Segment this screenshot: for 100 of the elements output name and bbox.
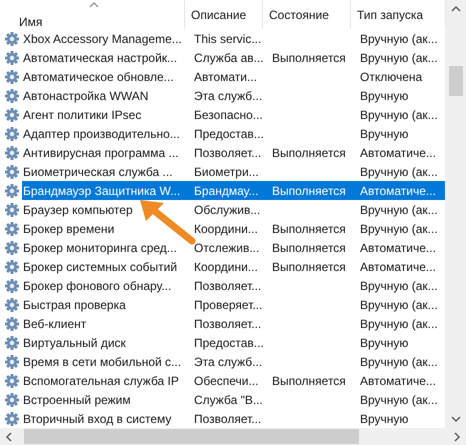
table-row[interactable]: Автонастройка WWAN Эта служб... Вручную [22, 86, 449, 105]
horizontal-scrollbar[interactable] [0, 428, 466, 445]
vertical-scrollbar[interactable] [445, 0, 466, 428]
table-cell-text: Отслежив... [193, 240, 260, 254]
table-cell-text: Проверяет... [193, 298, 264, 312]
gear-icon [4, 220, 20, 236]
table-row[interactable]: Xbox Accessory Manageme... This servic... Вручную (ак... [22, 29, 449, 48]
table-cell-text: Брокер времени [22, 222, 116, 236]
scroll-right-icon[interactable] [452, 432, 462, 442]
table-row[interactable]: Автоматическая настройк... Служба ав... Выполняется Вручную (ак... [22, 48, 449, 67]
table-cell-text: Позволяет... [193, 278, 262, 292]
table-cell-text: Выполняется [271, 146, 347, 160]
table-cell-text: Выполняется [271, 50, 347, 64]
table-cell-text: Автоматиче... [359, 374, 437, 388]
gear-icon [4, 334, 20, 350]
table-cell-text: Вспомогательная служба IP [22, 374, 180, 388]
table-row[interactable]: Виртуальный диск Предостав... Вручную [22, 333, 449, 352]
table-row[interactable]: Биометрическая служба ... Биометри... Вручную (ак... [22, 162, 449, 181]
table-cell-text: Вручную (ак... [359, 298, 439, 312]
table-row[interactable]: Вторичный вход в систему Позволяет... Вручную [22, 409, 449, 428]
scroll-down-icon[interactable] [450, 414, 460, 424]
table-row[interactable]: Брокер системных событий Координи... Выполняется Автоматиче... [22, 257, 449, 276]
table-cell-text: Позволяет... [193, 412, 262, 426]
table-cell-text: Выполняется [271, 184, 347, 198]
table-row[interactable]: Адаптер производительно... Предостав... Вручную [22, 124, 449, 143]
table-cell-text: Вручную [359, 126, 410, 140]
table-cell-text: Выполняется [271, 240, 347, 254]
table-cell-text: Вручную [359, 88, 410, 102]
table-cell-text: This servic... [193, 32, 262, 46]
table-cell-text: Антивирусная программа ... [22, 146, 180, 160]
gear-icon [4, 106, 20, 122]
table-cell-text: Вручную (ак... [359, 202, 439, 216]
table-cell-text: Отключена [359, 70, 424, 84]
gear-icon [4, 240, 20, 256]
table-cell-text: Безопасно... [193, 108, 264, 122]
gear-icon [4, 30, 20, 46]
gear-icon [4, 164, 20, 180]
table-cell-text: Эта служб... [193, 354, 264, 368]
table-row[interactable]: Быстрая проверка Проверяет... Вручную (ак... [22, 295, 449, 314]
gear-icon [4, 410, 20, 426]
table-row[interactable]: Агент политики IPsec Безопасно... Вручную (ак... [22, 105, 449, 124]
column-header[interactable]: Имя [19, 0, 185, 29]
table-cell-text: Служба ав... [193, 50, 265, 64]
table-cell-text: Веб-клиент [22, 316, 88, 330]
table-cell-text: Биометри... [193, 164, 260, 178]
gear-icon [4, 182, 20, 198]
gear-icon [4, 144, 20, 160]
table-row[interactable]: Брокер времени Координи... Выполняется Вручную (ак... [22, 219, 449, 238]
table-cell-text: Адаптер производительно... [22, 126, 181, 140]
table-cell-text: Быстрая проверка [22, 298, 127, 312]
table-row[interactable]: Встроенный режим Служба "В... Вручную (ак... [22, 390, 449, 409]
table-cell-text: Встроенный режим [22, 392, 132, 406]
table-cell-text: Автоматиче... [359, 240, 437, 254]
table-row[interactable]: Антивирусная программа ... Позволяет... Выполняется Автоматиче... [22, 143, 449, 162]
table-cell-text: Вручную [359, 412, 410, 426]
table-cell-text: Автоматиче... [359, 184, 437, 198]
gear-icon [4, 278, 20, 294]
table-cell-text: Брокер фонового обнару... [22, 278, 172, 292]
table-row[interactable]: Брокер фонового обнару... Позволяет... Вручную (ак... [22, 276, 449, 295]
table-cell-text: Вручную (ак... [359, 222, 439, 236]
gear-icon [4, 50, 20, 66]
gear-icon [4, 354, 20, 370]
table-cell-text: Xbox Accessory Manageme... [22, 32, 183, 46]
table-cell-text: Автоматическое обновле... [22, 70, 175, 84]
table-cell-text: Брокер системных событий [22, 260, 178, 274]
table-cell-text: Вручную (ак... [359, 392, 439, 406]
scroll-up-icon[interactable] [450, 4, 460, 14]
table-cell-text: Предостав... [193, 126, 265, 140]
table-cell-text: Вручную (ак... [359, 164, 439, 178]
column-header[interactable]: Состояние [263, 0, 351, 29]
table-row[interactable]: Время в сети мобильной с... Эта служб... Вручную (ак... [22, 352, 449, 371]
table-cell-text: Координи... [193, 260, 259, 274]
table-cell-text: Вручную (ак... [359, 354, 439, 368]
table-cell-text: Выполняется [271, 374, 347, 388]
table-cell-text: Предостав... [193, 336, 265, 350]
table-cell-text: Автоматическая настройк... [22, 50, 178, 64]
table-cell-text: Время в сети мобильной с... [22, 354, 182, 368]
table-row[interactable]: Автоматическое обновле... Автомати... Отключена [22, 67, 449, 86]
scroll-thumb[interactable] [24, 429, 359, 444]
gear-icon [4, 392, 20, 408]
scroll-thumb[interactable] [448, 66, 462, 96]
column-header[interactable]: Описание [185, 0, 263, 29]
table-cell-text: Биометрическая служба ... [22, 164, 174, 178]
gear-icon [4, 296, 20, 312]
table-cell-text: Брокер мониторинга сред... [22, 240, 178, 254]
table-cell-text: Браузер компьютер [22, 202, 134, 216]
table-cell-text: Вручную (ак... [359, 50, 439, 64]
table-row[interactable]: Вспомогательная служба IP Обеспечи... Выполняется Автоматиче... [22, 371, 449, 390]
table-cell-text: Вручную (ак... [359, 278, 439, 292]
table-cell-text: Вручную (ак... [359, 316, 439, 330]
gear-icon [4, 68, 20, 84]
table-cell-text: Брандмау... [193, 184, 260, 198]
table-row[interactable]: Брокер мониторинга сред... Отслежив... Выполняется Автоматиче... [22, 238, 449, 257]
table-cell-text: Агент политики IPsec [22, 108, 142, 122]
table-row[interactable]: Веб-клиент Позволяет... Вручную (ак... [22, 314, 449, 333]
gear-icon [4, 258, 20, 274]
table-row[interactable]: Браузер компьютер Обслужив... Вручную (ак... [22, 200, 449, 219]
table-cell-text: Вручную (ак... [359, 32, 439, 46]
scroll-left-icon[interactable] [4, 432, 14, 442]
table-cell-text: Служба "В... [193, 392, 264, 406]
